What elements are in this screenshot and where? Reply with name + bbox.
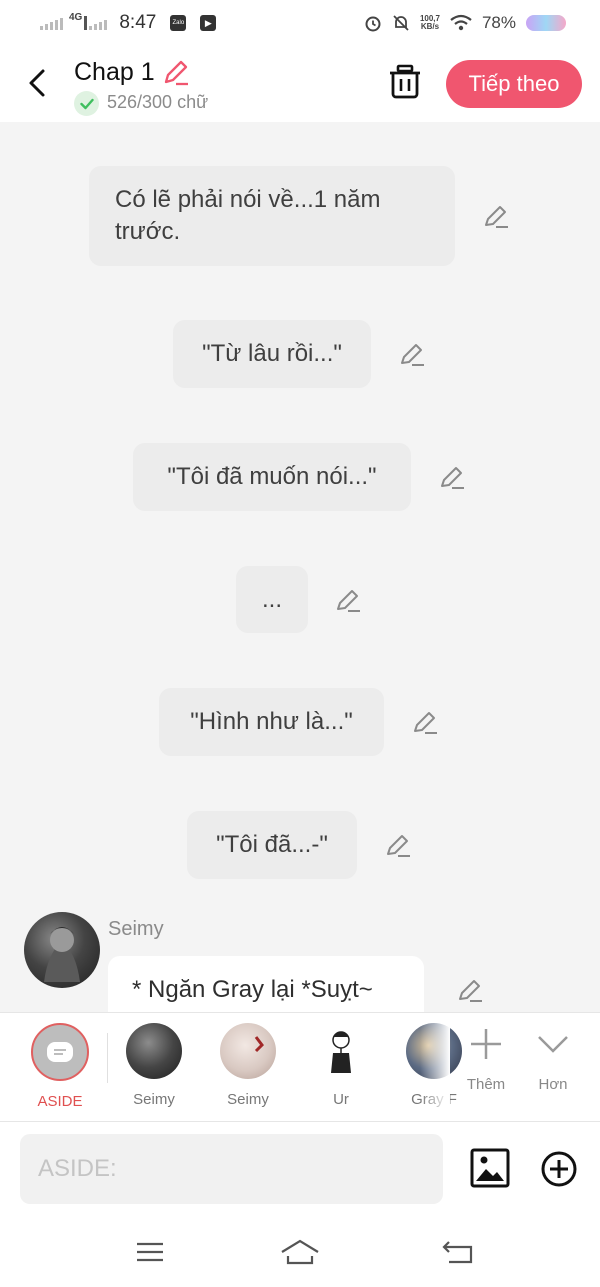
mute-notification-icon bbox=[393, 15, 409, 31]
network-speed: 100,7 KB/s bbox=[419, 14, 440, 31]
aside-icon bbox=[31, 1023, 89, 1081]
character-label: Seimy bbox=[227, 1091, 269, 1108]
add-label: Thêm bbox=[466, 1076, 506, 1093]
add-character-button[interactable]: Thêm bbox=[456, 1027, 516, 1093]
back-arrow-icon bbox=[442, 1241, 473, 1264]
status-bar: 4G 8:47 Zalo ▶ 100,7 KB/s 78% bbox=[0, 0, 600, 46]
character-label: Seimy bbox=[133, 1091, 175, 1108]
message-bubble[interactable]: "Hình như là..." bbox=[159, 688, 384, 756]
insert-image-button[interactable] bbox=[470, 1148, 510, 1188]
battery-percent: 78% bbox=[481, 13, 516, 32]
avatar[interactable] bbox=[24, 912, 100, 988]
character-label: Ur bbox=[333, 1091, 349, 1108]
edit-title-button[interactable] bbox=[162, 58, 190, 91]
plus-circle-icon bbox=[541, 1151, 577, 1187]
word-count: 526/300 chữ bbox=[107, 92, 209, 112]
edit-message-icon[interactable] bbox=[438, 463, 466, 491]
add-content-button[interactable] bbox=[540, 1150, 578, 1188]
character-selector: ASIDE Seimy Seimy Ur Gray F Thêm Hơn bbox=[0, 1012, 600, 1122]
character-label: ASIDE bbox=[37, 1093, 83, 1110]
edit-message-icon[interactable] bbox=[482, 202, 510, 230]
message-bubble[interactable]: "Tôi đã muốn nói..." bbox=[133, 443, 411, 511]
battery-icon bbox=[526, 15, 566, 31]
avatar bbox=[313, 1023, 369, 1079]
image-icon bbox=[470, 1148, 510, 1188]
message-bubble[interactable]: "Từ lâu rồi..." bbox=[173, 320, 371, 388]
next-button[interactable]: Tiếp theo bbox=[446, 60, 582, 108]
message-bubble[interactable]: "Tôi đã...-" bbox=[187, 811, 357, 879]
speaker-name: Seimy bbox=[108, 918, 164, 940]
menu-icon bbox=[137, 1242, 163, 1262]
check-icon bbox=[74, 91, 99, 116]
menu-button[interactable] bbox=[130, 1236, 170, 1268]
avatar bbox=[220, 1023, 276, 1079]
character-ur[interactable]: Ur bbox=[301, 1023, 381, 1108]
message-text: "Hình như là..." bbox=[190, 708, 353, 735]
character-seimy[interactable]: Seimy bbox=[114, 1023, 194, 1108]
wifi-icon bbox=[450, 14, 472, 31]
edit-message-icon[interactable] bbox=[398, 340, 426, 368]
avatar bbox=[126, 1023, 182, 1079]
edit-message-icon[interactable] bbox=[384, 831, 412, 859]
character-seimy-2[interactable]: Seimy bbox=[208, 1023, 288, 1108]
message-text: Có lẽ phải nói về...1 năm trước. bbox=[115, 186, 381, 245]
home-icon bbox=[281, 1239, 319, 1265]
scroll-fade bbox=[420, 1013, 450, 1121]
edit-message-icon[interactable] bbox=[411, 708, 439, 736]
message-text: "Tôi đã muốn nói..." bbox=[167, 463, 377, 490]
system-nav-bar bbox=[0, 1218, 600, 1287]
edit-message-icon[interactable] bbox=[456, 976, 484, 1004]
zalo-app-icon: Zalo bbox=[170, 15, 187, 31]
message-text: "Tôi đã...-" bbox=[216, 831, 328, 858]
back-nav-button[interactable] bbox=[438, 1236, 478, 1268]
more-button[interactable]: Hơn bbox=[523, 1027, 583, 1093]
chevron-left-icon bbox=[29, 69, 45, 97]
editor-header: Chap 1 526/300 chữ Tiếp theo bbox=[0, 46, 600, 122]
signal-icon-2 bbox=[84, 16, 108, 30]
clock-time: 8:47 bbox=[119, 12, 157, 33]
trash-icon bbox=[390, 64, 420, 99]
signal-icon bbox=[40, 16, 63, 30]
message-text: ... bbox=[261, 586, 282, 613]
divider bbox=[107, 1033, 108, 1083]
plus-icon bbox=[471, 1029, 501, 1059]
chapter-title: Chap 1 bbox=[74, 58, 155, 86]
network-type: 4G bbox=[69, 11, 83, 23]
message-bubble[interactable]: ... bbox=[236, 566, 308, 633]
chapter-content[interactable]: Có lẽ phải nói về...1 năm trước. "Từ lâu… bbox=[0, 122, 600, 1012]
home-button[interactable] bbox=[280, 1236, 320, 1268]
pencil-icon bbox=[164, 60, 188, 86]
message-text: "Từ lâu rồi..." bbox=[202, 340, 342, 367]
message-bubble[interactable]: Có lẽ phải nói về...1 năm trước. bbox=[89, 166, 455, 266]
character-message-bubble[interactable]: * Ngăn Gray lại *Suỵt~ bbox=[108, 956, 424, 1012]
edit-message-icon[interactable] bbox=[334, 586, 362, 614]
character-aside[interactable]: ASIDE bbox=[20, 1023, 100, 1110]
composer bbox=[0, 1122, 600, 1218]
delete-button[interactable] bbox=[388, 64, 422, 100]
back-button[interactable] bbox=[22, 66, 52, 100]
alarm-icon bbox=[365, 16, 381, 32]
message-text: * Ngăn Gray lại *Suỵt~ bbox=[132, 976, 373, 1003]
chevron-down-icon bbox=[538, 1036, 568, 1053]
more-label: Hơn bbox=[538, 1076, 568, 1093]
message-input[interactable] bbox=[20, 1134, 443, 1204]
play-app-icon: ▶ bbox=[200, 15, 217, 31]
